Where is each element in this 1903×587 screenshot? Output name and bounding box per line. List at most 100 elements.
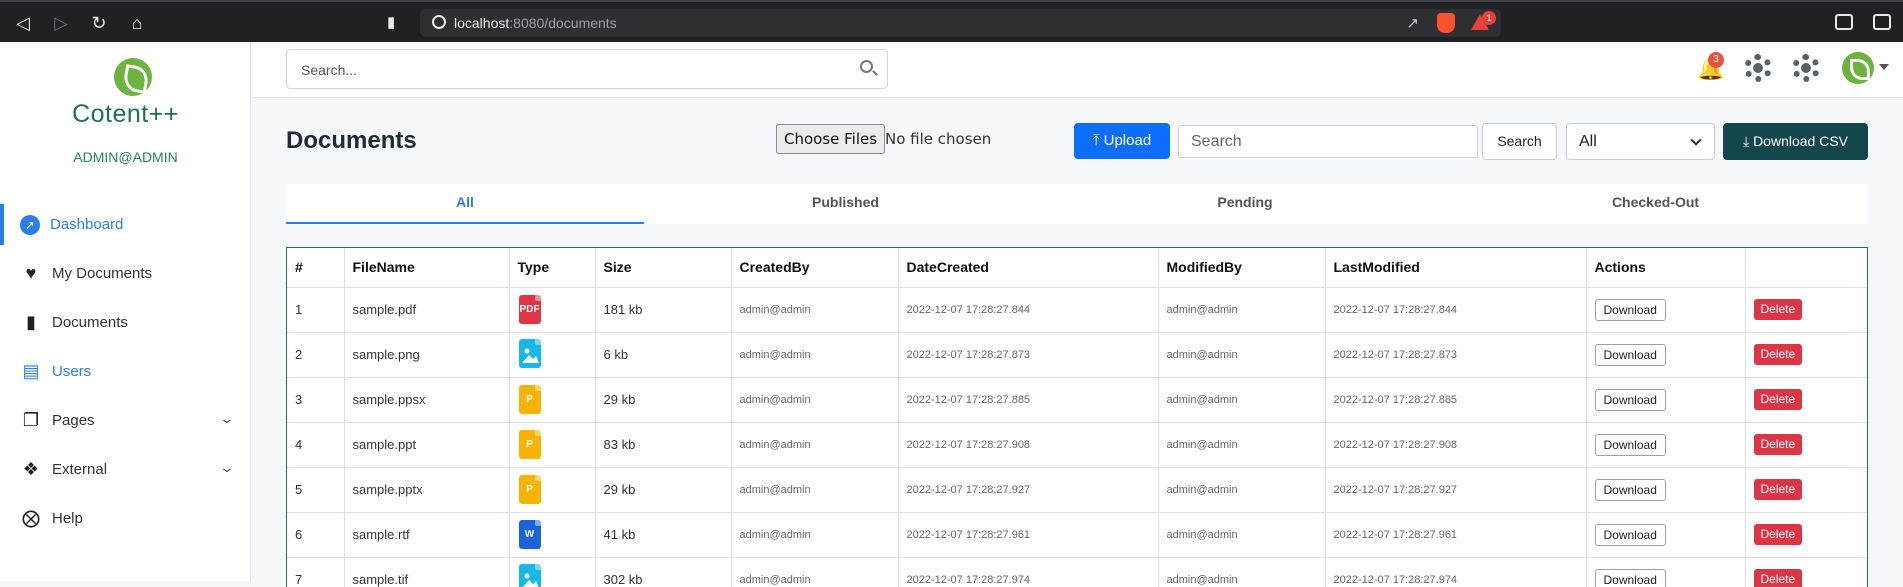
delete-button[interactable]: Delete <box>1754 479 1803 500</box>
sidebar-item-dashboard[interactable]: ➚ Dashboard <box>0 200 251 249</box>
download-button[interactable]: Download <box>1595 569 1666 587</box>
chevron-down-icon[interactable]: ⌄ <box>219 459 235 476</box>
global-search-input[interactable]: Search... <box>286 49 888 89</box>
download-button[interactable]: Download <box>1595 344 1666 366</box>
date-created: 2022-12-07 17:28:27.873 <box>898 332 1158 377</box>
row-number: 2 <box>287 332 344 377</box>
tab-all[interactable]: All <box>286 184 644 224</box>
file-name[interactable]: sample.tif <box>344 557 509 587</box>
delete-button[interactable]: Delete <box>1754 344 1803 365</box>
file-name[interactable]: sample.pptx <box>344 467 509 512</box>
url-text[interactable]: localhost:8080/documents <box>454 15 617 31</box>
search-placeholder: Search... <box>301 62 357 78</box>
last-modified: 2022-12-07 17:28:27.961 <box>1325 512 1586 557</box>
image-glyph-icon <box>519 339 541 368</box>
download-button[interactable]: Download <box>1595 299 1666 321</box>
modified-by: admin@admin <box>1158 377 1325 422</box>
delete-cell: Delete <box>1745 287 1868 332</box>
upload-button[interactable]: ⤒ Upload <box>1074 123 1170 159</box>
file-name[interactable]: sample.rtf <box>344 512 509 557</box>
users-icon: ▤ <box>20 361 42 383</box>
download-button[interactable]: Download <box>1595 434 1666 456</box>
file-name[interactable]: sample.pdf <box>344 287 509 332</box>
delete-button[interactable]: Delete <box>1754 524 1803 545</box>
tab-pending[interactable]: Pending <box>1047 184 1443 224</box>
browser-nav: ◁ ▷ ↻ ⌂ <box>12 12 148 34</box>
gear-icon[interactable] <box>1744 54 1772 82</box>
delete-button[interactable]: Delete <box>1754 569 1803 587</box>
sidebar-item-users[interactable]: ▤ Users <box>0 347 251 396</box>
sidebar: Cotent++ ADMIN@ADMIN ➚ Dashboard ♥ My Do… <box>0 42 251 581</box>
filter-select[interactable]: All <box>1566 123 1715 160</box>
created-by: admin@admin <box>731 557 898 587</box>
delete-button[interactable]: Delete <box>1754 389 1803 410</box>
delete-cell: Delete <box>1745 467 1868 512</box>
actions-cell: Download <box>1586 512 1745 557</box>
table-row[interactable]: 1sample.pdfPDF181 kbadmin@admin2022-12-0… <box>287 287 1868 332</box>
row-number: 1 <box>287 287 344 332</box>
external-icon: ❖ <box>20 459 42 481</box>
delete-cell: Delete <box>1745 332 1868 377</box>
download-button[interactable]: Download <box>1595 524 1666 546</box>
file-name[interactable]: sample.png <box>344 332 509 377</box>
slides-file-icon: P <box>519 475 541 504</box>
share-icon[interactable]: ↗ <box>1406 14 1419 32</box>
file-name[interactable]: sample.ppt <box>344 422 509 467</box>
bookmark-icon[interactable]: ▮ <box>387 13 395 31</box>
delete-button[interactable]: Delete <box>1754 299 1803 320</box>
wallet-icon[interactable] <box>1873 14 1891 30</box>
sidebar-toggle-icon[interactable] <box>1835 14 1853 30</box>
dashboard-icon: ➚ <box>20 215 40 235</box>
brave-shield-icon[interactable] <box>1437 13 1455 33</box>
image-file-icon <box>519 339 541 368</box>
sidebar-item-pages[interactable]: ❐ Pages ⌄ <box>0 396 251 445</box>
sidebar-item-my-documents[interactable]: ♥ My Documents <box>0 249 251 298</box>
image-glyph-icon <box>519 564 541 587</box>
delete-button[interactable]: Delete <box>1754 434 1803 455</box>
table-row[interactable]: 5sample.pptxP29 kbadmin@admin2022-12-07 … <box>287 467 1868 512</box>
table-row[interactable]: 4sample.pptP83 kbadmin@admin2022-12-07 1… <box>287 422 1868 467</box>
forward-icon[interactable]: ▷ <box>50 12 72 34</box>
document-tabs: All Published Pending Checked-Out <box>286 184 1868 224</box>
table-header-col-type: Type <box>509 248 595 287</box>
sidebar-item-label: My Documents <box>52 265 152 282</box>
download-button[interactable]: Download <box>1595 479 1666 501</box>
file-type: W <box>509 512 595 557</box>
tab-published[interactable]: Published <box>644 184 1047 224</box>
avatar[interactable] <box>1842 52 1874 84</box>
modified-by: admin@admin <box>1158 332 1325 377</box>
download-button[interactable]: Download <box>1595 389 1666 411</box>
search-button[interactable]: Search <box>1482 123 1557 160</box>
download-csv-button[interactable]: ⤓ Download CSV <box>1723 123 1868 160</box>
row-number: 3 <box>287 377 344 422</box>
caret-down-icon[interactable] <box>1879 64 1889 70</box>
choose-files-button[interactable]: Choose Files <box>776 124 885 154</box>
address-bar[interactable]: ▮ localhost:8080/documents ↗ 1 <box>420 9 1501 37</box>
pdf-file-icon: PDF <box>519 295 541 324</box>
filter-value: All <box>1579 133 1597 150</box>
slides-file-icon: P <box>519 385 541 414</box>
document-search-input[interactable]: Search <box>1178 125 1478 158</box>
upload-icon: ⤒ <box>1093 132 1104 149</box>
spring-logo-icon <box>114 58 152 96</box>
search-icon[interactable] <box>860 60 873 73</box>
sidebar-item-help[interactable]: ⨂ Help <box>0 494 251 543</box>
table-row[interactable]: 3sample.ppsxP29 kbadmin@admin2022-12-07 … <box>287 377 1868 422</box>
upload-label: Upload <box>1104 132 1152 149</box>
file-size: 6 kb <box>595 332 731 377</box>
back-icon[interactable]: ◁ <box>12 12 34 34</box>
table-row[interactable]: 7sample.tif302 kbadmin@admin2022-12-07 1… <box>287 557 1868 587</box>
table-row[interactable]: 2sample.png 6 kb admin@admin2022-12-07 17:… <box>287 332 1868 377</box>
file-name[interactable]: sample.ppsx <box>344 377 509 422</box>
row-number: 5 <box>287 467 344 512</box>
sidebar-item-external[interactable]: ❖ External ⌄ <box>0 445 251 494</box>
table-row[interactable]: 6sample.rtfW41 kbadmin@admin2022-12-07 1… <box>287 512 1868 557</box>
settings-gear-icon[interactable] <box>1792 54 1820 82</box>
chevron-down-icon[interactable]: ⌄ <box>219 410 235 427</box>
file-size: 302 kb <box>595 557 731 587</box>
sidebar-item-documents[interactable]: ▮ Documents <box>0 298 251 347</box>
site-info-icon[interactable] <box>432 15 446 29</box>
home-icon[interactable]: ⌂ <box>126 12 148 34</box>
reload-icon[interactable]: ↻ <box>88 12 110 34</box>
tab-checked-out[interactable]: Checked-Out <box>1443 184 1868 224</box>
